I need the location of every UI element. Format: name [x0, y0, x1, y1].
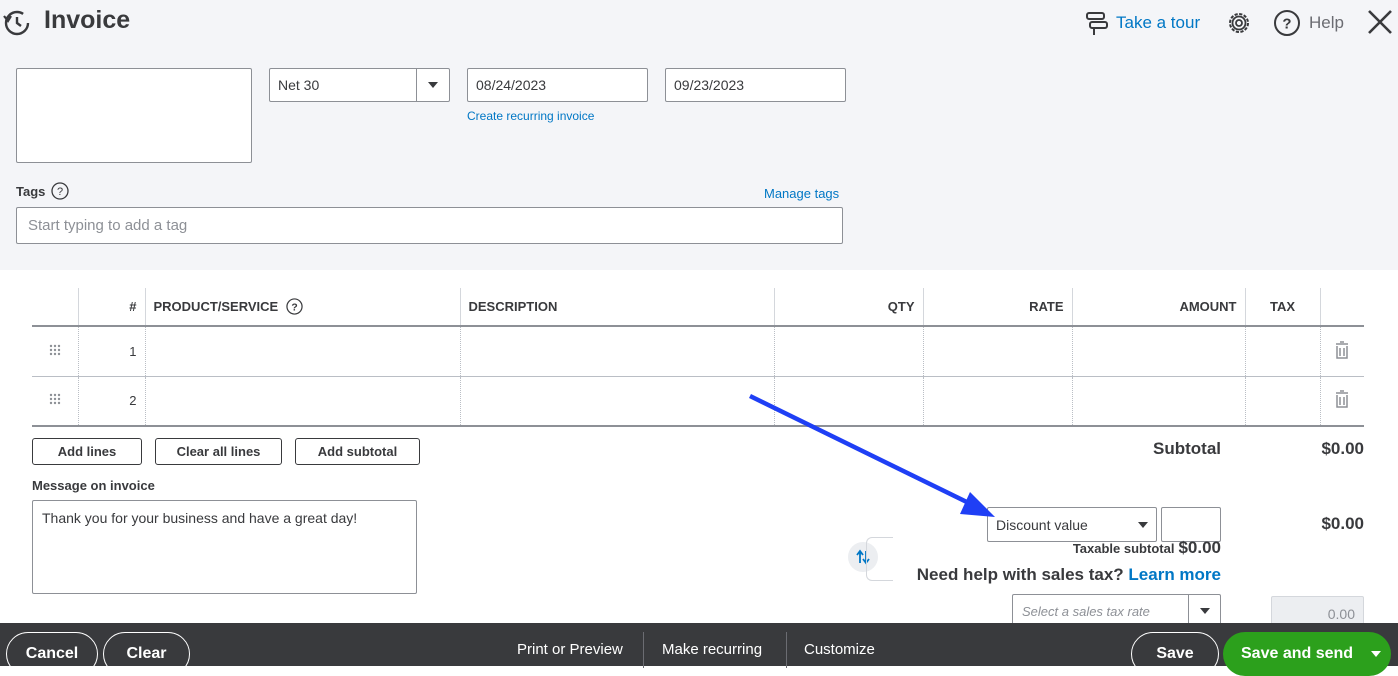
row-number: 2: [77, 376, 145, 427]
product-cell[interactable]: [144, 326, 460, 377]
sales-tax-help-text: Need help with sales tax?: [916, 565, 1124, 584]
footer-divider: [643, 632, 644, 668]
svg-text:?: ?: [1282, 16, 1291, 33]
discount-value-input[interactable]: [1161, 507, 1221, 542]
discount-type-select[interactable]: Discount value: [987, 507, 1157, 542]
tags-input[interactable]: Start typing to add a tag: [16, 207, 843, 244]
rate-cell[interactable]: [922, 326, 1072, 377]
discount-total: $0.00: [1321, 514, 1364, 533]
column-header-description: DESCRIPTION: [459, 288, 774, 327]
message-textarea[interactable]: Thank you for your business and have a g…: [32, 500, 417, 594]
subtotal-label: Subtotal: [1153, 439, 1221, 458]
question-circle-icon[interactable]: ?: [286, 298, 303, 315]
signpost-icon: [1086, 12, 1108, 35]
chevron-down-icon[interactable]: [1361, 651, 1391, 657]
column-header-product: PRODUCT/SERVICE ?: [144, 288, 460, 327]
tax-cell[interactable]: [1244, 326, 1320, 377]
description-cell[interactable]: [459, 326, 774, 377]
close-icon[interactable]: [1365, 7, 1395, 37]
tags-label-group: Tags ?: [16, 182, 70, 200]
clear-all-lines-button[interactable]: Clear all lines: [155, 438, 282, 465]
print-preview-link[interactable]: Print or Preview: [517, 641, 623, 658]
table-header-row: # PRODUCT/SERVICE ? DESCRIPTION QTY RATE…: [32, 288, 1364, 327]
column-header-rate: RATE: [922, 288, 1072, 327]
chevron-down-icon[interactable]: [416, 69, 449, 101]
take-a-tour-link[interactable]: Take a tour: [1084, 10, 1200, 36]
footer-divider: [786, 632, 787, 668]
cancel-button[interactable]: Cancel: [6, 632, 98, 676]
add-subtotal-button[interactable]: Add subtotal: [295, 438, 420, 465]
billing-address-field[interactable]: [16, 68, 252, 163]
line-items-table: # PRODUCT/SERVICE ? DESCRIPTION QTY RATE…: [32, 288, 1364, 427]
learn-more-link[interactable]: Learn more: [1128, 565, 1221, 584]
trash-icon[interactable]: [1319, 326, 1364, 377]
question-circle-icon: ?: [1274, 10, 1300, 36]
annotation-arrow-icon: [749, 393, 995, 517]
customize-link[interactable]: Customize: [804, 641, 875, 658]
recent-transactions-icon[interactable]: [2, 8, 32, 38]
page-title: Invoice: [44, 6, 131, 34]
subtotal-value: $0.00: [1321, 439, 1364, 458]
add-lines-button[interactable]: Add lines: [32, 438, 142, 465]
gear-icon[interactable]: [1225, 9, 1253, 37]
help-label: Help: [1309, 13, 1344, 32]
svg-text:?: ?: [57, 186, 63, 198]
amount-cell[interactable]: [1071, 326, 1245, 377]
sales-tax-rate-placeholder: Select a sales tax rate: [1022, 603, 1150, 619]
discount-type-value: Discount value: [996, 516, 1088, 533]
due-date-field[interactable]: 09/23/2023: [665, 68, 846, 102]
question-circle-icon[interactable]: ?: [51, 182, 70, 200]
taxable-subtotal-label: Taxable subtotal: [1072, 541, 1175, 556]
tax-cell[interactable]: [1244, 376, 1320, 427]
create-recurring-invoice-link[interactable]: Create recurring invoice: [467, 109, 594, 123]
take-a-tour-label: Take a tour: [1116, 13, 1201, 32]
product-header-label: PRODUCT/SERVICE: [153, 299, 279, 314]
column-header-qty: QTY: [773, 288, 923, 327]
make-recurring-link[interactable]: Make recurring: [662, 641, 762, 658]
column-header-amount: AMOUNT: [1071, 288, 1245, 327]
taxable-subtotal-row: Taxable subtotal $0.00: [1000, 538, 1221, 557]
column-header-tax: TAX: [1244, 288, 1320, 327]
tags-label: Tags: [16, 183, 46, 199]
chevron-down-icon: [1138, 521, 1148, 528]
trash-icon[interactable]: [1319, 376, 1364, 427]
product-cell[interactable]: [144, 376, 460, 427]
delete-column-header: [1319, 288, 1364, 327]
drag-handle-icon[interactable]: [32, 326, 78, 377]
description-cell[interactable]: [459, 376, 774, 427]
manage-tags-link[interactable]: Manage tags: [764, 186, 839, 201]
terms-value: Net 30: [278, 77, 320, 93]
invoice-date-field[interactable]: 08/24/2023: [467, 68, 648, 102]
clear-button[interactable]: Clear: [103, 632, 190, 676]
drag-handle-icon[interactable]: [32, 376, 78, 427]
message-label: Message on invoice: [32, 478, 155, 493]
row-number: 1: [77, 326, 145, 377]
terms-select[interactable]: Net 30: [269, 68, 450, 102]
due-date-value: 09/23/2023: [674, 77, 745, 93]
help-button[interactable]: ? Help: [1273, 9, 1344, 37]
drag-column-header: [32, 288, 78, 327]
column-header-number: #: [77, 288, 145, 327]
amount-cell[interactable]: [1071, 376, 1245, 427]
table-row[interactable]: 1: [32, 326, 1364, 377]
sales-tax-help-row: Need help with sales tax? Learn more: [880, 565, 1221, 585]
save-button[interactable]: Save: [1131, 632, 1219, 676]
table-row[interactable]: 2: [32, 376, 1364, 427]
tags-placeholder: Start typing to add a tag: [28, 217, 188, 234]
qty-cell[interactable]: [773, 326, 923, 377]
taxable-subtotal-value: $0.00: [1178, 538, 1221, 557]
svg-text:?: ?: [292, 302, 298, 313]
invoice-date-value: 08/24/2023: [476, 77, 547, 93]
save-and-send-label: Save and send: [1241, 645, 1354, 662]
save-and-send-button[interactable]: Save and send: [1223, 632, 1391, 676]
